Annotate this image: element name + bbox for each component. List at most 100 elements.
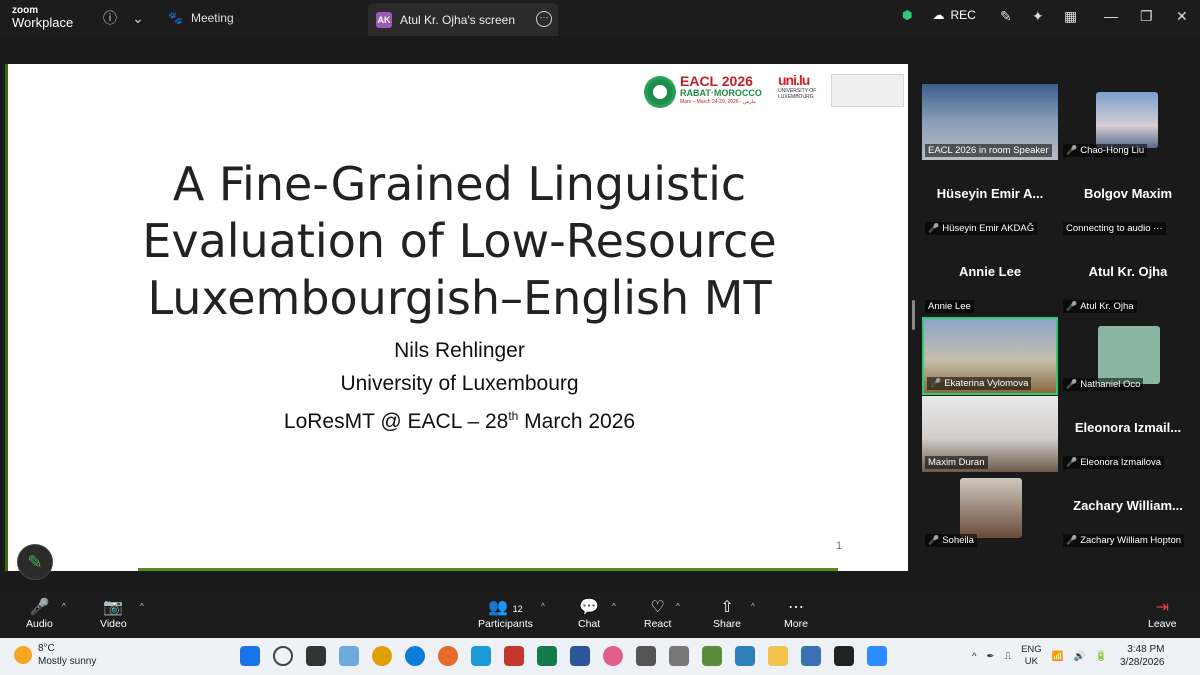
weather-widget[interactable]: 8°C Mostly sunny (14, 642, 96, 668)
minimize-icon[interactable]: — (1104, 8, 1118, 24)
audio-options-caret[interactable]: ^ (62, 602, 66, 611)
tab-shared-screen[interactable]: AK Atul Kr. Ojha's screen ··· (368, 3, 558, 36)
meeting-area: EACL 2026 RABAT·MOROCCO Mars – March 24-… (0, 36, 1200, 592)
share-icon: ⇧ (720, 599, 734, 616)
terminal-icon[interactable] (834, 646, 854, 666)
participant-tile[interactable]: Bolgov Maxim Connecting to audio ··· (1060, 162, 1196, 238)
participants-button[interactable]: 👥 12 Participants (478, 598, 533, 630)
skype-icon[interactable] (471, 646, 491, 666)
video-options-caret[interactable]: ^ (140, 602, 144, 611)
chat-icon: 💬 (579, 599, 600, 616)
tab-meeting[interactable]: 🐾 Meeting (168, 0, 234, 36)
more-options-icon[interactable]: ··· (536, 11, 552, 27)
participant-name-text: Atul Kr. Ojha (1080, 301, 1134, 312)
participant-name: 🎤 Hüseyin Emir AKDAĞ (925, 222, 1038, 235)
sparkle-icon[interactable]: ✦ (1032, 8, 1044, 25)
leave-button[interactable]: ⇥ Leave (1148, 598, 1177, 630)
participant-video (1098, 326, 1160, 384)
edge-icon[interactable] (405, 646, 425, 666)
more-icon: ⋯ (787, 599, 804, 616)
recording-indicator[interactable]: ⬢ ☁ REC (902, 8, 976, 22)
publisher-icon[interactable] (537, 646, 557, 666)
virtualbox-icon[interactable] (801, 646, 821, 666)
search-icon[interactable] (273, 646, 293, 666)
task-view-icon[interactable] (306, 646, 326, 666)
pdf-icon[interactable] (504, 646, 524, 666)
title-bar: zoom Workplace ⓘ ⌄ 🐾 Meeting AK Atul Kr.… (0, 0, 1200, 36)
video-off-icon: 📷 (103, 599, 124, 616)
close-icon[interactable]: ✕ (1176, 8, 1188, 25)
participant-tile[interactable]: 🎤 Nathaniel Oco (1060, 318, 1196, 394)
mic-muted-icon: 🎤 (1066, 457, 1078, 467)
participant-tile[interactable]: Atul Kr. Ojha 🎤 Atul Kr. Ojha (1060, 240, 1196, 316)
participant-tile-active-speaker[interactable]: 🎤 Ekaterina Vylomova (922, 317, 1058, 395)
participant-tile[interactable]: EACL 2026 in room Speaker (922, 84, 1058, 160)
logo-placeholder (831, 74, 904, 107)
zoom-app-icon[interactable] (867, 646, 887, 666)
pencil-icon[interactable]: ✎ (1000, 8, 1012, 25)
share-button[interactable]: ⇧ Share (713, 598, 741, 630)
participants-options-caret[interactable]: ^ (541, 602, 545, 611)
title-line: A Fine-Grained Linguistic (172, 157, 747, 211)
wifi-icon[interactable]: 📶 (1052, 651, 1064, 662)
participant-tile[interactable]: Annie Lee Annie Lee (922, 240, 1058, 316)
gallery-scrollbar[interactable] (912, 300, 915, 330)
participant-tile[interactable]: Eleonora Izmail... 🎤 Eleonora Izmailova (1060, 396, 1196, 472)
slide-title: A Fine-Grained Linguistic Evaluation of … (8, 156, 911, 327)
taskbar-apps (240, 646, 887, 666)
participant-name: Annie Lee (925, 300, 974, 313)
editor-icon[interactable] (702, 646, 722, 666)
annotate-pen-button[interactable]: ✎ (17, 544, 53, 580)
chat-options-caret[interactable]: ^ (612, 602, 616, 611)
video-button[interactable]: 📷 Video (100, 598, 127, 630)
participant-tile[interactable]: Hüseyin Emir A... 🎤 Hüseyin Emir AKDAĞ (922, 162, 1058, 238)
cloud-rec-icon: ☁ (932, 8, 945, 22)
remote-icon[interactable] (735, 646, 755, 666)
app-icon[interactable] (603, 646, 623, 666)
info-icon[interactable]: ⓘ (100, 8, 120, 28)
chat-button[interactable]: 💬 Chat (578, 598, 600, 630)
logo-line2: Workplace (12, 15, 74, 30)
participant-name: EACL 2026 in room Speaker (925, 144, 1052, 157)
share-options-caret[interactable]: ^ (751, 602, 755, 611)
participant-name: 🎤 Atul Kr. Ojha (1063, 300, 1137, 313)
participant-tile[interactable]: Maxim Duran (922, 396, 1058, 472)
university-logo: uni.lu UNIVERSITY OF LUXEMBOURG (778, 72, 823, 112)
audio-button[interactable]: 🎤 Audio (26, 598, 53, 630)
pen-icon[interactable]: ✒ (986, 651, 994, 662)
network-app-icon[interactable] (636, 646, 656, 666)
participant-video (960, 478, 1022, 538)
volume-icon[interactable]: 🔊 (1074, 651, 1086, 662)
clock[interactable]: 3:48 PM 3/28/2026 (1120, 643, 1165, 669)
system-tray: ^ ✒ ⎍ ENG UK 📶 🔊 🔋 (972, 644, 1107, 668)
battery-icon[interactable]: 🔋 (1095, 651, 1107, 662)
layout-icon[interactable]: ▦ (1064, 8, 1077, 25)
weather-desc: Mostly sunny (38, 656, 97, 667)
word-icon[interactable] (570, 646, 590, 666)
start-icon[interactable] (240, 646, 260, 666)
chevron-down-icon[interactable]: ⌄ (128, 8, 148, 28)
more-label: More (784, 618, 808, 630)
more-button[interactable]: ⋯ More (784, 598, 808, 630)
venue-prefix: LoResMT @ EACL – 28 (283, 410, 509, 433)
react-options-caret[interactable]: ^ (676, 602, 680, 611)
folder-icon[interactable] (768, 646, 788, 666)
react-button[interactable]: ♡ React (644, 598, 671, 630)
restore-icon[interactable]: ❐ (1140, 8, 1153, 25)
participant-tile[interactable]: 🎤 Soheila (922, 474, 1058, 550)
chevron-up-icon[interactable]: ^ (972, 651, 976, 662)
participant-tile[interactable]: 🎤 Chao-Hong Liu (1060, 84, 1196, 160)
tool-icon[interactable] (669, 646, 689, 666)
copilot-icon[interactable] (339, 646, 359, 666)
participant-tile[interactable]: Zachary William... 🎤 Zachary William Hopt… (1060, 474, 1196, 550)
language-indicator[interactable]: ENG UK (1021, 644, 1042, 668)
mic-muted-icon: 🎤 (930, 378, 942, 388)
participant-big-name: Hüseyin Emir A... (936, 186, 1044, 201)
wifi-direct-icon[interactable]: ⎍ (1004, 651, 1011, 662)
eacl-logo-sub: RABAT·MOROCCO (680, 88, 762, 98)
sun-icon (14, 646, 32, 664)
clock-time: 3:48 PM (1127, 644, 1165, 655)
chrome-icon[interactable] (372, 646, 392, 666)
participant-name: 🎤 Nathaniel Oco (1063, 378, 1144, 391)
firefox-icon[interactable] (438, 646, 458, 666)
